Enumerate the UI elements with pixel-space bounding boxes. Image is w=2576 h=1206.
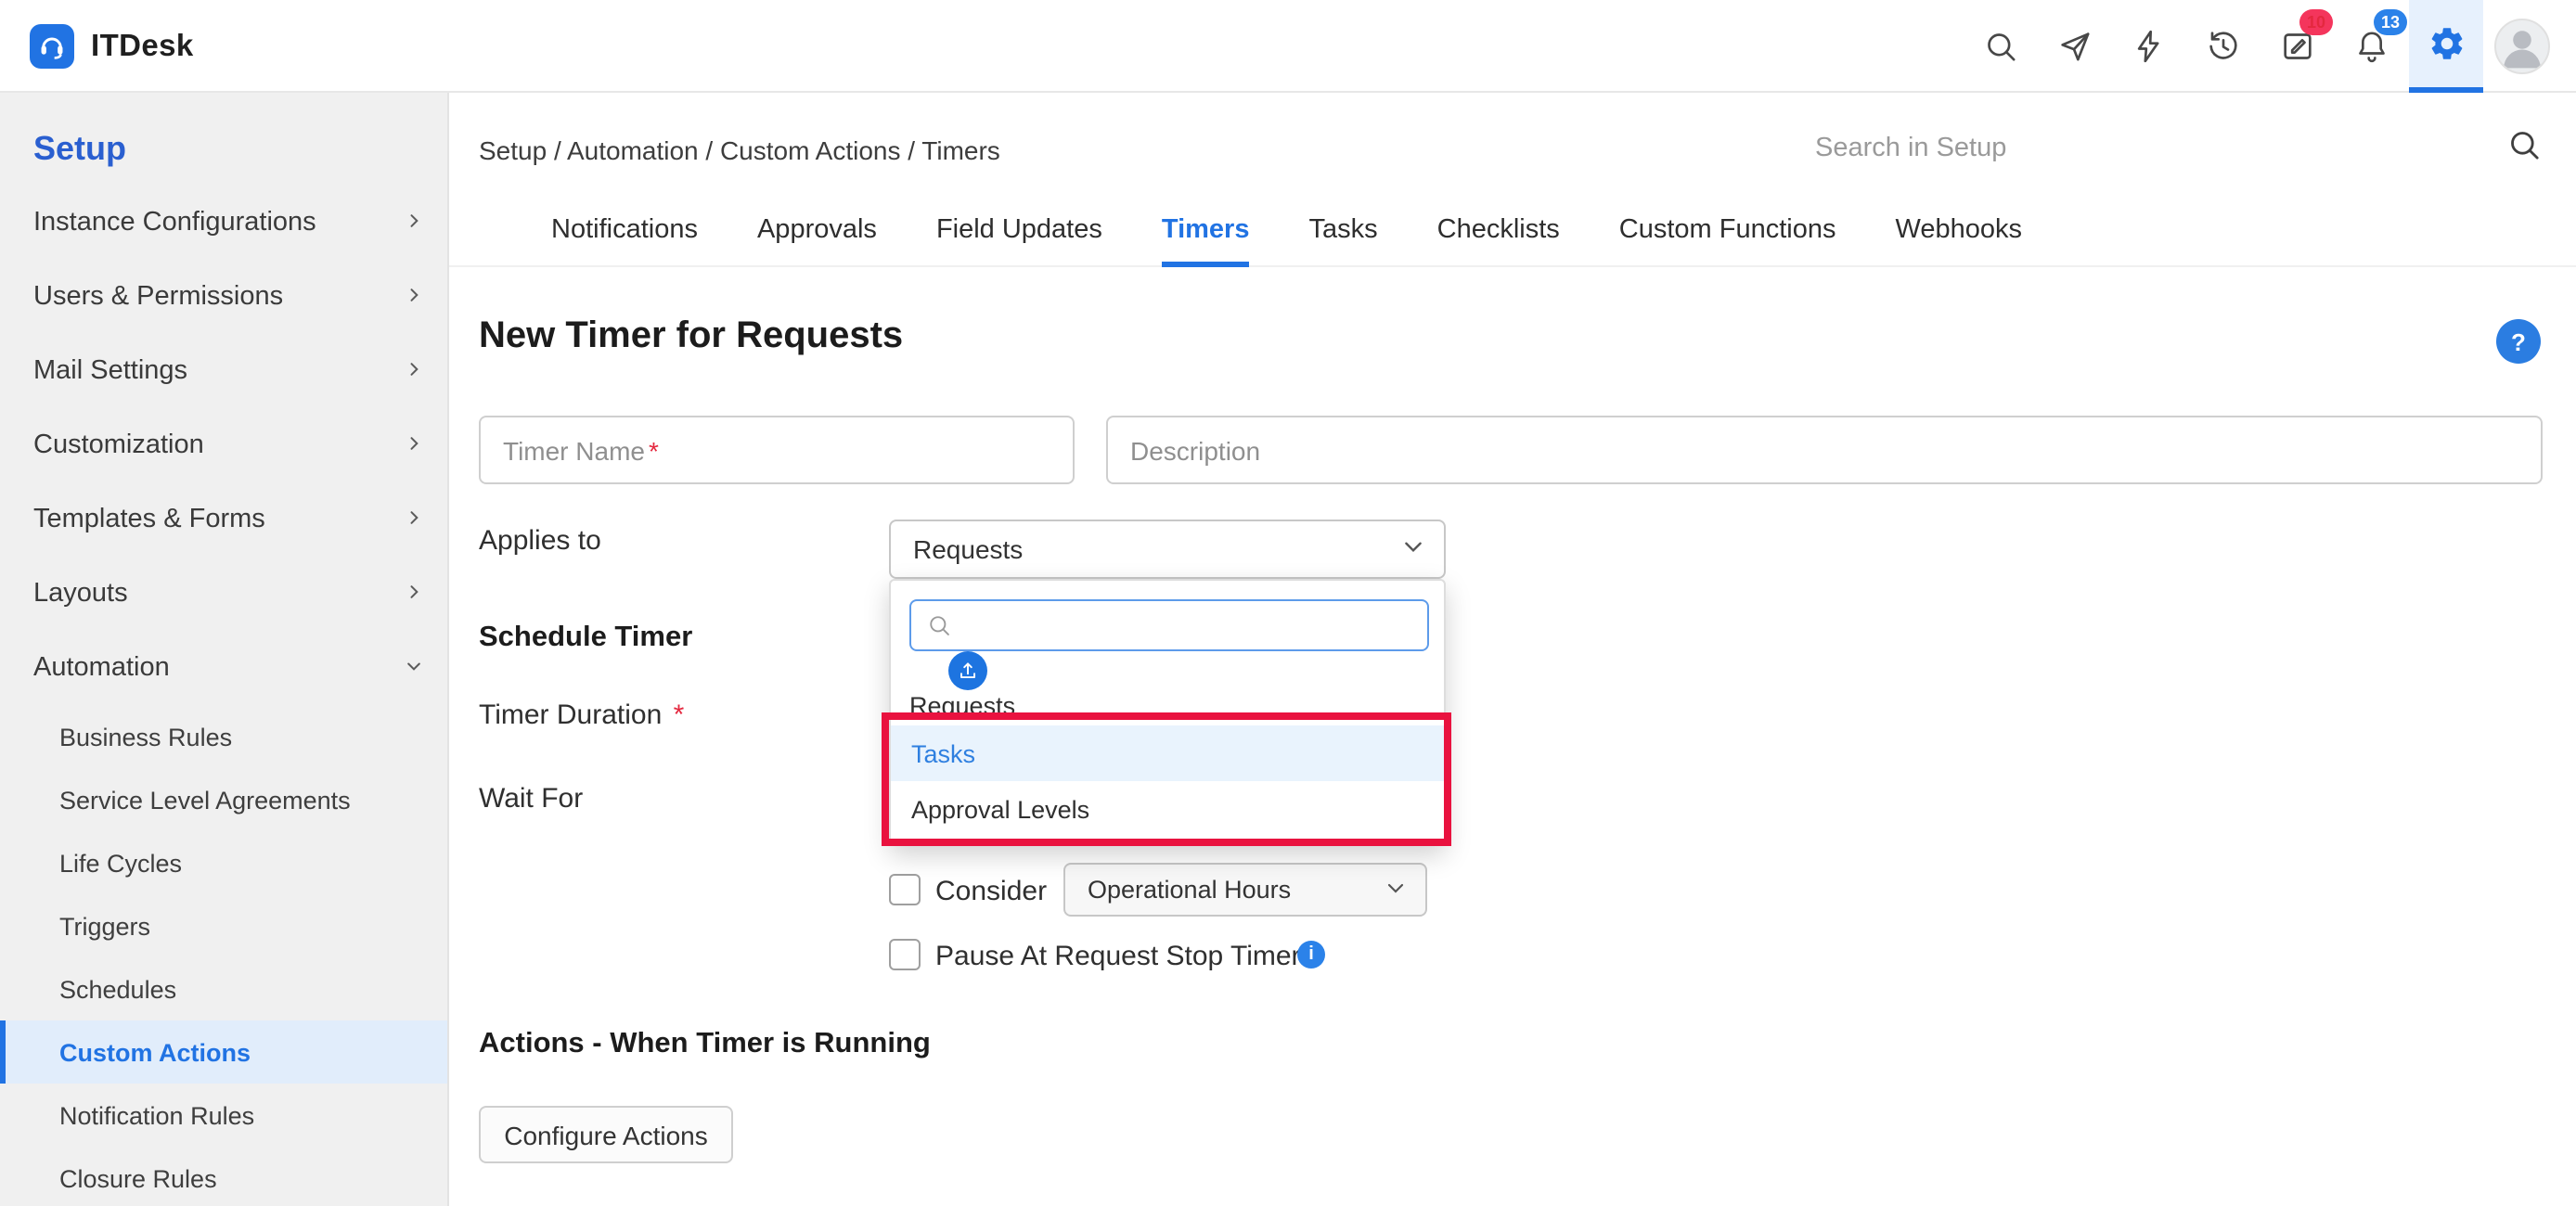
sidebar-item-instance-configurations[interactable]: Instance Configurations — [0, 186, 447, 260]
wait-for-label: Wait For — [479, 783, 583, 815]
dropdown-item-approval-levels[interactable]: Approval Levels — [891, 781, 1448, 837]
setup-search — [1815, 119, 2543, 178]
applies-to-label: Applies to — [479, 525, 601, 557]
chevron-right-icon — [405, 505, 423, 534]
sidebar-title: Setup — [0, 93, 447, 171]
chevron-right-icon — [405, 579, 423, 609]
pause-at-request-stop-timer-checkbox[interactable] — [889, 939, 921, 970]
dropdown-search-input[interactable] — [963, 611, 1412, 639]
page-title: New Timer for Requests — [479, 315, 903, 358]
timer-name-input[interactable]: Timer Name * — [479, 416, 1075, 484]
sidebar-item-triggers[interactable]: Triggers — [0, 894, 447, 957]
actions-heading: Actions - When Timer is Running — [479, 1028, 931, 1061]
timer-name-placeholder: Timer Name — [503, 435, 645, 465]
sidebar-item-mail-settings[interactable]: Mail Settings — [0, 334, 447, 408]
chevron-down-icon — [1401, 534, 1425, 564]
chevron-right-icon — [405, 208, 423, 237]
sidebar-item-closure-rules[interactable]: Closure Rules — [0, 1147, 447, 1206]
sidebar-nav: Instance Configurations Users & Permissi… — [0, 171, 447, 1206]
pause-label: Pause At Request Stop Timer — [935, 941, 1301, 972]
configure-actions-button[interactable]: Configure Actions — [479, 1106, 733, 1163]
search-icon[interactable] — [2505, 125, 2543, 172]
operational-hours-select[interactable]: Operational Hours — [1063, 863, 1427, 917]
tab-notifications[interactable]: Notifications — [551, 193, 698, 267]
sidebar-item-life-cycles[interactable]: Life Cycles — [0, 831, 447, 894]
explore-icon[interactable] — [2038, 0, 2112, 93]
chevron-right-icon — [405, 356, 423, 386]
tab-webhooks[interactable]: Webhooks — [1896, 193, 2023, 267]
sidebar-item-automation[interactable]: Automation — [0, 631, 447, 705]
history-icon[interactable] — [2186, 0, 2260, 93]
consider-checkbox[interactable] — [889, 874, 921, 905]
settings-gear-icon[interactable] — [2409, 0, 2483, 93]
sidebar-item-service-level-agreements[interactable]: Service Level Agreements — [0, 768, 447, 831]
setup-sidebar: Setup Instance Configurations Users & Pe… — [0, 93, 449, 1206]
notifications-bell-icon[interactable]: 13 — [2335, 0, 2409, 93]
tabs: Notifications Approvals Field Updates Ti… — [551, 193, 2022, 267]
dropdown-item-requests[interactable]: Requests — [909, 648, 1429, 722]
dropdown-search-box — [909, 599, 1429, 651]
timer-duration-label: Timer Duration * — [479, 699, 684, 731]
sidebar-item-templates-forms[interactable]: Templates & Forms — [0, 482, 447, 557]
tab-field-updates[interactable]: Field Updates — [936, 193, 1102, 267]
consider-label: Consider — [935, 876, 1047, 907]
tab-tasks[interactable]: Tasks — [1308, 193, 1377, 267]
feedback-icon[interactable]: 10 — [2260, 0, 2335, 93]
applies-to-dropdown-panel: Requests Tasks Approval Levels — [889, 579, 1446, 846]
schedule-timer-heading: Schedule Timer — [479, 622, 692, 655]
required-asterisk: * — [674, 699, 685, 731]
app-window: ITDesk 10 13 — [0, 0, 2576, 1206]
info-icon[interactable]: i — [1297, 941, 1325, 969]
notifications-count-badge: 13 — [2374, 9, 2407, 35]
tab-custom-functions[interactable]: Custom Functions — [1619, 193, 1836, 267]
sidebar-item-schedules[interactable]: Schedules — [0, 957, 447, 1020]
sidebar-item-business-rules[interactable]: Business Rules — [0, 705, 447, 768]
itdesk-logo-icon — [30, 24, 74, 69]
requests-module-icon — [948, 651, 987, 690]
quick-actions-icon[interactable] — [2112, 0, 2186, 93]
sidebar-item-customization[interactable]: Customization — [0, 408, 447, 482]
sidebar-item-notification-rules[interactable]: Notification Rules — [0, 1084, 447, 1147]
tab-checklists[interactable]: Checklists — [1437, 193, 1560, 267]
breadcrumb[interactable]: Setup / Automation / Custom Actions / Ti… — [479, 135, 1000, 165]
description-input[interactable] — [1130, 435, 2518, 465]
dropdown-item-tasks[interactable]: Tasks — [891, 725, 1448, 781]
chevron-right-icon — [405, 430, 423, 460]
chevron-down-icon — [1385, 876, 1407, 904]
tab-approvals[interactable]: Approvals — [757, 193, 877, 267]
user-avatar[interactable] — [2494, 19, 2550, 74]
app-name: ITDesk — [91, 29, 194, 64]
description-field — [1106, 416, 2543, 484]
required-asterisk: * — [649, 435, 659, 465]
sidebar-item-users-permissions[interactable]: Users & Permissions — [0, 260, 447, 334]
chevron-right-icon — [405, 282, 423, 312]
help-icon[interactable]: ? — [2496, 319, 2541, 364]
brand[interactable]: ITDesk — [30, 0, 194, 93]
feedback-count-badge: 10 — [2299, 9, 2333, 35]
topbar: ITDesk 10 13 — [0, 0, 2576, 93]
chevron-down-icon — [405, 653, 423, 683]
applies-to-select[interactable]: Requests — [889, 520, 1446, 579]
topbar-actions: 10 13 — [1964, 0, 2550, 93]
search-icon[interactable] — [1964, 0, 2038, 93]
tab-timers[interactable]: Timers — [1162, 193, 1250, 267]
sidebar-item-custom-actions[interactable]: Custom Actions — [0, 1020, 447, 1084]
setup-search-input[interactable] — [1815, 134, 2505, 163]
tabs-row: Notifications Approvals Field Updates Ti… — [449, 193, 2576, 267]
sidebar-item-layouts[interactable]: Layouts — [0, 557, 447, 631]
